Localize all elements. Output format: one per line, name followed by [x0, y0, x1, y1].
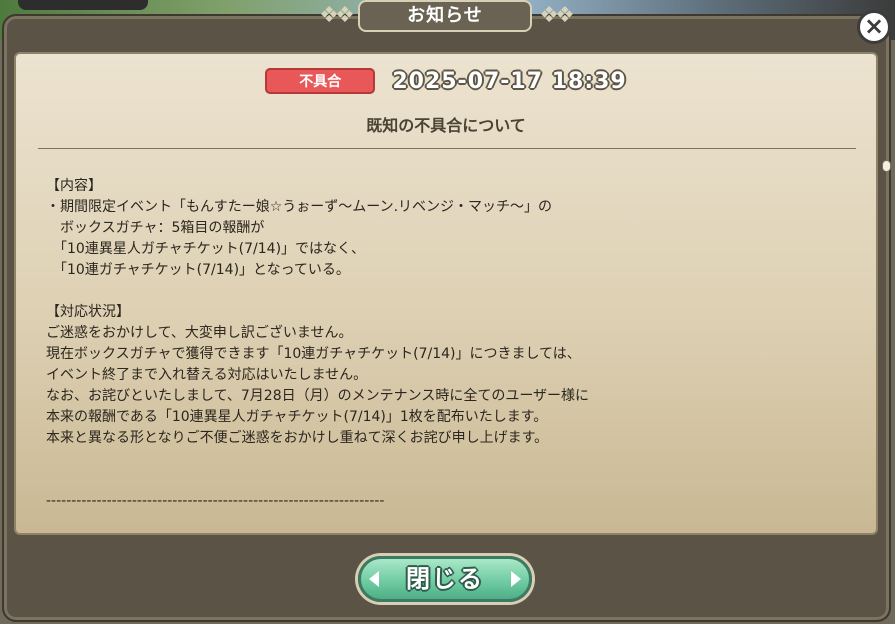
ornament-right-icon: ❖❖: [539, 3, 574, 28]
notice-body-line: 「10連ガチャチケット(7/14)」となっている。: [46, 262, 350, 278]
notice-body-line: 本来の報酬である「10連異星人ガチャチケット(7/14)」1枚を配布いたします。: [46, 409, 548, 425]
scrollbar-handle[interactable]: [882, 160, 891, 172]
close-icon[interactable]: ×: [857, 10, 891, 44]
category-badge: 不具合: [265, 68, 376, 94]
divider: [38, 148, 856, 149]
notice-body-line: ・期間限定イベント「もんすたー娘☆うぉーず〜ムーン.リベンジ・マッチ〜」の: [46, 199, 553, 215]
notice-body-line: 本来と異なる形となりご不便ご迷惑をおかけし重ねて深くお詫び申し上げます。: [46, 430, 549, 446]
arrow-right-icon: [511, 571, 521, 587]
notice-body-line: イベント終了まで入れ替える対応はいたしません。: [46, 367, 368, 383]
close-button[interactable]: 閉じる: [358, 556, 532, 602]
notice-header: 不具合 2025-07-17 18:39: [16, 68, 876, 98]
notice-subject: 既知の不具合について: [366, 116, 526, 135]
notice-date: 2025-07-17 18:39: [392, 68, 627, 94]
notice-body-line: 【対応状況】: [46, 304, 130, 320]
notice-body-line: [46, 281, 846, 302]
notice-body-line: 【内容】: [46, 178, 102, 194]
notice-body-line: [46, 449, 846, 470]
notice-body-line: [46, 470, 846, 491]
notice-body-line: ----------------------------------------…: [46, 493, 385, 509]
notice-body-line: 「10連異星人ガチャチケット(7/14)」ではなく、: [46, 241, 366, 257]
dialog-title-plaque: ❖❖ お知らせ ❖❖: [300, 0, 590, 34]
notice-body: 【内容】・期間限定イベント「もんすたー娘☆うぉーず〜ムーン.リベンジ・マッチ〜」…: [46, 176, 846, 512]
background-hud: [18, 0, 148, 10]
dialog-title: お知らせ: [358, 0, 532, 32]
arrow-left-icon: [369, 571, 379, 587]
notice-content-panel[interactable]: 不具合 2025-07-17 18:39 既知の不具合について 【内容】・期間限…: [14, 52, 878, 535]
notice-body-line: ボックスガチャ：5箱目の報酬が: [46, 220, 265, 236]
close-button-label: 閉じる: [406, 565, 484, 593]
notice-body-line: なお、お詫びといたしまして、7月28日（月）のメンテナンス時に全てのユーザー様に: [46, 388, 590, 404]
notice-body-line: 現在ボックスガチャで獲得できます「10連ガチャチケット(7/14)」につきまして…: [46, 346, 581, 362]
notice-body-line: ご迷惑をおかけして、大変申し訳ございません。: [46, 325, 353, 341]
